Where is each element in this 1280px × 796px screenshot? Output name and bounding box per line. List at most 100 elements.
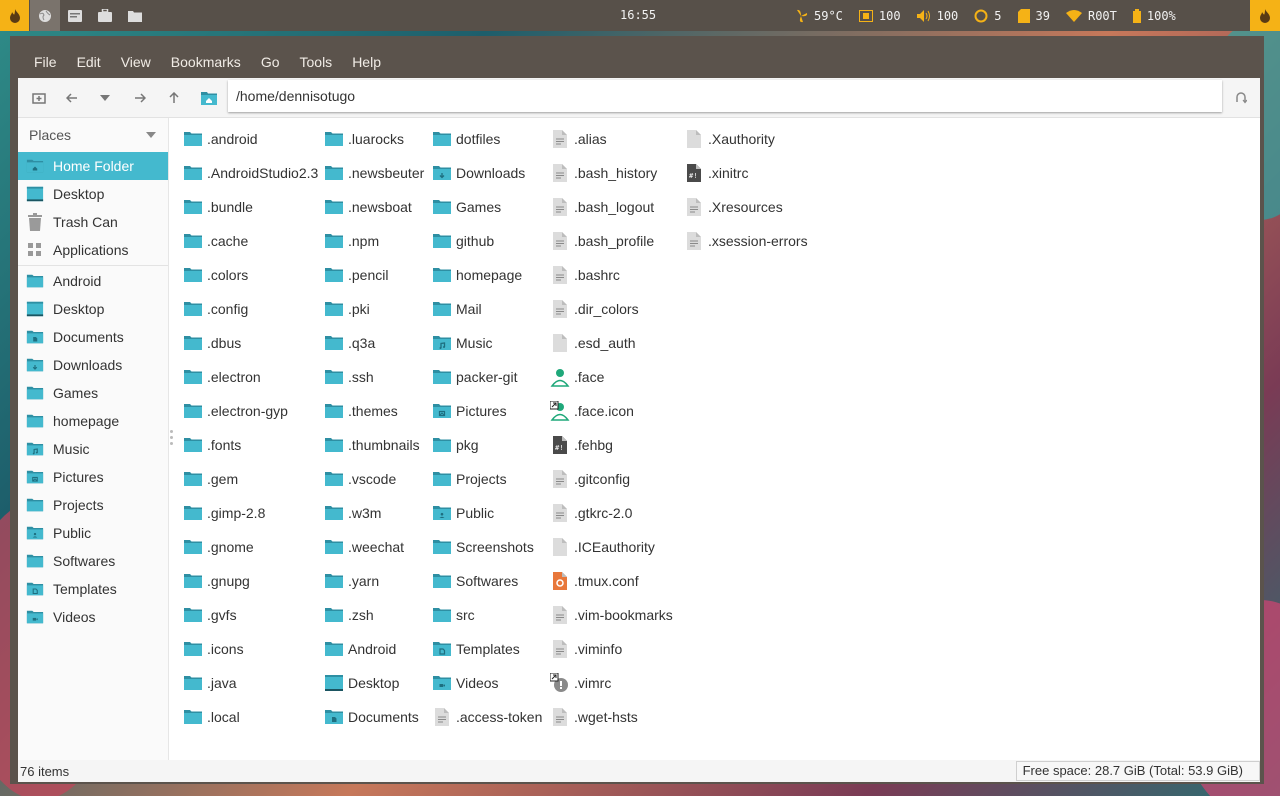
folder-item[interactable]: dotfiles — [432, 122, 500, 156]
sidebar-item-homepage[interactable]: homepage — [18, 407, 168, 435]
folder-item[interactable]: homepage — [432, 258, 522, 292]
file-item[interactable]: #! .fehbg — [550, 428, 613, 462]
clock[interactable]: 16:55 — [620, 0, 656, 31]
status-item[interactable]: 59°C — [794, 9, 843, 23]
file-item[interactable]: .gitconfig — [550, 462, 630, 496]
folder-item[interactable]: .vscode — [324, 462, 396, 496]
folder-item[interactable]: .luarocks — [324, 122, 404, 156]
file-item[interactable]: .gtkrc-2.0 — [550, 496, 632, 530]
folder-item[interactable]: .pencil — [324, 258, 388, 292]
folder-item[interactable]: .zsh — [324, 598, 374, 632]
file-item[interactable]: .bash_profile — [550, 224, 654, 258]
file-item[interactable]: .face — [550, 360, 604, 394]
launcher-button[interactable] — [0, 0, 29, 31]
reload-button[interactable] — [1228, 86, 1254, 110]
file-item[interactable]: .Xresources — [684, 190, 783, 224]
file-item[interactable]: .face.icon — [549, 394, 634, 428]
folder-item[interactable]: .themes — [324, 394, 398, 428]
folder-item[interactable]: .q3a — [324, 326, 375, 360]
folder-item[interactable]: Videos — [432, 666, 499, 700]
file-item[interactable]: #! .xinitrc — [684, 156, 748, 190]
sidebar-item-documents[interactable]: Documents — [18, 323, 168, 351]
file-item[interactable]: .Xauthority — [684, 122, 775, 156]
folder-item[interactable]: .local — [183, 700, 240, 734]
folder-item[interactable]: .weechat — [324, 530, 404, 564]
menu-bookmarks[interactable]: Bookmarks — [163, 54, 249, 70]
status-item[interactable]: 39 — [1017, 8, 1050, 23]
folder-item[interactable]: .bundle — [183, 190, 253, 224]
folder-item[interactable]: Games — [432, 190, 501, 224]
new-tab-button[interactable] — [26, 86, 52, 110]
folder-item[interactable]: packer-git — [432, 360, 517, 394]
file-item[interactable]: .vim-bookmarks — [550, 598, 673, 632]
sidebar-item-home-folder[interactable]: Home Folder — [18, 152, 168, 180]
folder-item[interactable]: Desktop — [324, 666, 399, 700]
folder-item[interactable]: .electron-gyp — [183, 394, 288, 428]
folder-item[interactable]: Android — [324, 632, 396, 666]
folder-item[interactable]: pkg — [432, 428, 479, 462]
folder-item[interactable]: .electron — [183, 360, 261, 394]
folder-item[interactable]: Downloads — [432, 156, 525, 190]
file-item[interactable]: .bash_logout — [550, 190, 654, 224]
folder-item[interactable]: .gem — [183, 462, 238, 496]
sidebar-item-projects[interactable]: Projects — [18, 491, 168, 519]
sidebar-item-desktop[interactable]: Desktop — [18, 180, 168, 208]
folder-item[interactable]: .dbus — [183, 326, 241, 360]
files-app[interactable] — [120, 0, 150, 31]
folder-item[interactable]: .yarn — [324, 564, 379, 598]
folder-item[interactable]: Pictures — [432, 394, 507, 428]
status-item[interactable]: 100 — [858, 9, 901, 23]
folder-item[interactable]: Softwares — [432, 564, 518, 598]
status-item[interactable]: 100% — [1132, 8, 1176, 23]
up-button[interactable] — [161, 86, 187, 110]
file-item[interactable]: .tmux.conf — [550, 564, 639, 598]
browser-app[interactable] — [30, 0, 60, 31]
history-button[interactable] — [92, 86, 118, 110]
file-item[interactable]: .dir_colors — [550, 292, 639, 326]
sidebar-item-android[interactable]: Android — [18, 267, 168, 295]
sidebar-item-pictures[interactable]: Pictures — [18, 463, 168, 491]
folder-item[interactable]: .newsbeuter — [324, 156, 424, 190]
folder-item[interactable]: .gimp-2.8 — [183, 496, 265, 530]
forward-button[interactable] — [127, 86, 153, 110]
home-button[interactable] — [196, 86, 222, 110]
sidebar-item-games[interactable]: Games — [18, 379, 168, 407]
back-button[interactable] — [59, 86, 85, 110]
file-item[interactable]: .vimrc — [549, 666, 611, 700]
folder-item[interactable]: .fonts — [183, 428, 241, 462]
file-item[interactable]: .ICEauthority — [550, 530, 655, 564]
file-item[interactable]: .bash_history — [550, 156, 657, 190]
folder-item[interactable]: .pki — [324, 292, 370, 326]
folder-item[interactable]: Projects — [432, 462, 507, 496]
status-item[interactable]: R00T — [1065, 9, 1117, 23]
file-item[interactable]: .esd_auth — [550, 326, 636, 360]
sidebar-item-downloads[interactable]: Downloads — [18, 351, 168, 379]
sidebar-item-public[interactable]: Public — [18, 519, 168, 547]
folder-item[interactable]: .gnome — [183, 530, 254, 564]
menu-help[interactable]: Help — [344, 54, 389, 70]
sidebar-item-desktop[interactable]: Desktop — [18, 295, 168, 323]
folder-item[interactable]: .AndroidStudio2.3 — [183, 156, 318, 190]
folder-item[interactable]: Documents — [324, 700, 419, 734]
folder-item[interactable]: .w3m — [324, 496, 381, 530]
folder-item[interactable]: .config — [183, 292, 248, 326]
folder-item[interactable]: .colors — [183, 258, 248, 292]
menu-go[interactable]: Go — [253, 54, 288, 70]
places-header[interactable]: Places — [18, 118, 168, 152]
file-item[interactable]: .access-token — [432, 700, 542, 734]
folder-item[interactable]: .thumbnails — [324, 428, 420, 462]
bag-app[interactable] — [90, 0, 120, 31]
sidebar-item-softwares[interactable]: Softwares — [18, 547, 168, 575]
folder-item[interactable]: src — [432, 598, 475, 632]
folder-item[interactable]: .gvfs — [183, 598, 237, 632]
menu-edit[interactable]: Edit — [69, 54, 109, 70]
folder-item[interactable]: Music — [432, 326, 493, 360]
sidebar-item-templates[interactable]: Templates — [18, 575, 168, 603]
folder-item[interactable]: .gnupg — [183, 564, 250, 598]
file-item[interactable]: .xsession-errors — [684, 224, 808, 258]
folder-item[interactable]: .java — [183, 666, 237, 700]
folder-item[interactable]: Mail — [432, 292, 482, 326]
file-item[interactable]: .bashrc — [550, 258, 620, 292]
pane-splitter[interactable] — [170, 430, 174, 448]
folder-item[interactable]: .ssh — [324, 360, 374, 394]
